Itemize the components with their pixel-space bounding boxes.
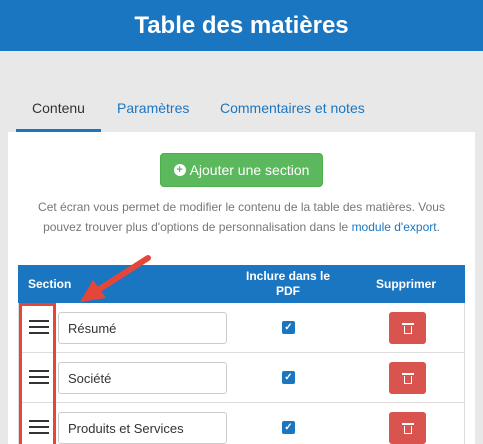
annotation-arrow-icon: [80, 255, 151, 302]
